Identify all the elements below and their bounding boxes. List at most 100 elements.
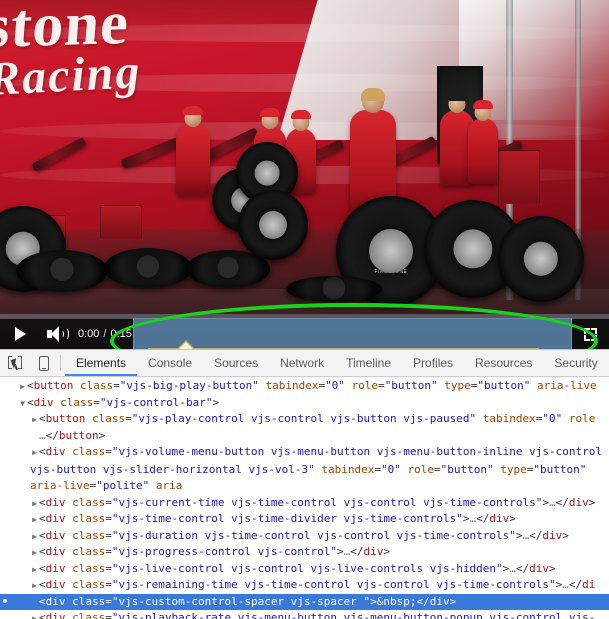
- expand-triangle-icon[interactable]: ▶: [30, 578, 39, 594]
- code-token-tag: div: [46, 562, 66, 575]
- code-token-attr: class: [72, 529, 105, 542]
- expand-triangle-icon[interactable]: ▶: [30, 512, 39, 528]
- dom-node[interactable]: ▼<div class="vjs-control-bar">: [0, 395, 609, 412]
- code-token-punc: [149, 479, 156, 492]
- code-token-punc: </: [529, 529, 542, 542]
- code-token-punc: <: [39, 412, 46, 425]
- code-token-val: "vjs-play-control vjs-control vjs-button…: [132, 412, 476, 425]
- code-token-punc: </: [569, 578, 582, 591]
- expand-triangle-icon[interactable]: ▶: [18, 379, 27, 395]
- dom-node[interactable]: ▶<div class="vjs-time-control vjs-time-d…: [0, 511, 609, 528]
- dom-node[interactable]: ▶<div class="vjs-duration vjs-time-contr…: [0, 528, 609, 545]
- code-token-val: "vjs-custom-control-spacer vjs-spacer ": [112, 595, 370, 608]
- code-token-ellip: …: [549, 496, 556, 509]
- video-frame[interactable]: stone Racing: [0, 0, 609, 349]
- inspect-element-button[interactable]: [0, 350, 29, 376]
- code-token-punc: >: [99, 429, 106, 442]
- volume-menu-button[interactable]: [38, 319, 76, 349]
- code-token-tag: di: [582, 578, 595, 591]
- current-time: 0:00: [78, 328, 99, 340]
- code-token-punc: =: [105, 512, 112, 525]
- code-token-val: "vjs-control-bar": [100, 396, 213, 409]
- code-token-attr: tabindex: [483, 412, 536, 425]
- code-token-attr: class: [72, 578, 105, 591]
- fullscreen-toggle-button[interactable]: [571, 319, 609, 349]
- dom-node[interactable]: ▶<div class="vjs-playback-rate vjs-menu-…: [0, 610, 609, 619]
- tab-sources[interactable]: Sources: [203, 350, 269, 376]
- dom-node[interactable]: ▶<div class="vjs-live-control vjs-contro…: [0, 561, 609, 578]
- device-toolbar-button[interactable]: [29, 350, 58, 376]
- dom-node-selected[interactable]: <div class="vjs-custom-control-spacer vj…: [0, 594, 609, 611]
- pit-cart: [498, 150, 540, 204]
- code-token-punc: >: [542, 496, 549, 509]
- code-token-punc: =: [105, 578, 112, 591]
- code-token-punc: <: [39, 595, 46, 608]
- dom-node[interactable]: ▶<button class="vjs-play-control vjs-con…: [0, 411, 609, 428]
- expand-triangle-icon[interactable]: ▶: [30, 496, 39, 512]
- code-token-punc: [85, 412, 92, 425]
- crew-cap: [447, 92, 467, 101]
- devtools-panel[interactable]: ElementsConsoleSourcesNetworkTimelinePro…: [0, 349, 609, 619]
- expand-triangle-icon[interactable]: ▼: [18, 396, 27, 412]
- racing-tire: [498, 216, 584, 302]
- code-token-punc: [562, 412, 569, 425]
- dom-tree[interactable]: ▶<button class="vjs-big-play-button" tab…: [0, 377, 609, 619]
- code-token-punc: =: [105, 496, 112, 509]
- code-token-punc: </: [516, 562, 529, 575]
- dom-node[interactable]: ▶<div class="vjs-current-time vjs-time-c…: [0, 495, 609, 512]
- devtools-tabs[interactable]: ElementsConsoleSourcesNetworkTimelinePro…: [65, 350, 609, 376]
- code-token-val: "vjs-current-time vjs-time-control vjs-c…: [112, 496, 542, 509]
- code-token-tag: button: [46, 412, 86, 425]
- code-token-attr: tabindex: [265, 379, 318, 392]
- code-token-tag: div: [46, 496, 66, 509]
- code-token-punc: =: [105, 445, 112, 458]
- tab-security[interactable]: Security: [543, 350, 608, 376]
- code-token-punc: [401, 463, 408, 476]
- expand-triangle-icon[interactable]: ▶: [30, 412, 39, 428]
- code-token-ellip: …: [509, 562, 516, 575]
- tab-console[interactable]: Console: [137, 350, 203, 376]
- play-control-button[interactable]: [0, 319, 38, 349]
- expand-triangle-icon[interactable]: ▶: [30, 611, 39, 619]
- code-token-punc: <: [39, 529, 46, 542]
- tab-elements[interactable]: Elements: [65, 350, 137, 376]
- code-token-attr: role: [569, 412, 596, 425]
- tab-resources[interactable]: Resources: [464, 350, 543, 376]
- code-token-punc: =: [125, 412, 132, 425]
- code-token-val: "button": [533, 463, 586, 476]
- vjs-custom-control-spacer[interactable]: [134, 319, 571, 349]
- tab-profiles[interactable]: Profiles: [402, 350, 464, 376]
- expand-triangle-icon[interactable]: ▶: [30, 562, 39, 578]
- dom-node[interactable]: ▶<button class="vjs-big-play-button" tab…: [0, 378, 609, 395]
- code-token-attr: aria: [156, 479, 183, 492]
- expand-triangle-icon[interactable]: ▶: [30, 529, 39, 545]
- code-token-punc: >: [463, 512, 470, 525]
- tab-network[interactable]: Network: [269, 350, 335, 376]
- code-token-punc: <: [39, 611, 46, 619]
- devtools-tabbar[interactable]: ElementsConsoleSourcesNetworkTimelinePro…: [0, 350, 609, 377]
- code-token-val: "vjs-big-play-button": [120, 379, 259, 392]
- code-token-attr: role: [352, 379, 379, 392]
- code-token-punc: =: [93, 396, 100, 409]
- video-player[interactable]: stone Racing: [0, 0, 609, 349]
- code-token-attr: aria-live: [537, 379, 597, 392]
- racing-tire-stack: [104, 248, 192, 288]
- tab-timeline[interactable]: Timeline: [335, 350, 402, 376]
- inspect-cursor-icon: [8, 356, 22, 371]
- code-token-punc: =: [378, 379, 385, 392]
- code-token-punc: >: [589, 496, 596, 509]
- vjs-control-bar[interactable]: 0:00 / 0:15: [0, 319, 609, 349]
- expand-triangle-icon[interactable]: ▶: [30, 545, 39, 561]
- code-token-tag: div: [46, 611, 66, 619]
- code-token-tag: div: [46, 445, 66, 458]
- crew-cap: [183, 106, 203, 115]
- progress-control[interactable]: [0, 314, 609, 319]
- dom-node[interactable]: ▶<div class="vjs-remaining-time vjs-time…: [0, 577, 609, 594]
- duration: 0:15: [110, 328, 131, 340]
- code-token-attr: role: [408, 463, 435, 476]
- dom-node[interactable]: ▶<div class="vjs-progress-control vjs-co…: [0, 544, 609, 561]
- expand-triangle-icon[interactable]: ▶: [30, 445, 39, 462]
- dom-node[interactable]: ▶<div class="vjs-volume-menu-button vjs-…: [0, 444, 609, 495]
- dom-node[interactable]: …</button>: [0, 428, 609, 445]
- code-token-attr: class: [72, 496, 105, 509]
